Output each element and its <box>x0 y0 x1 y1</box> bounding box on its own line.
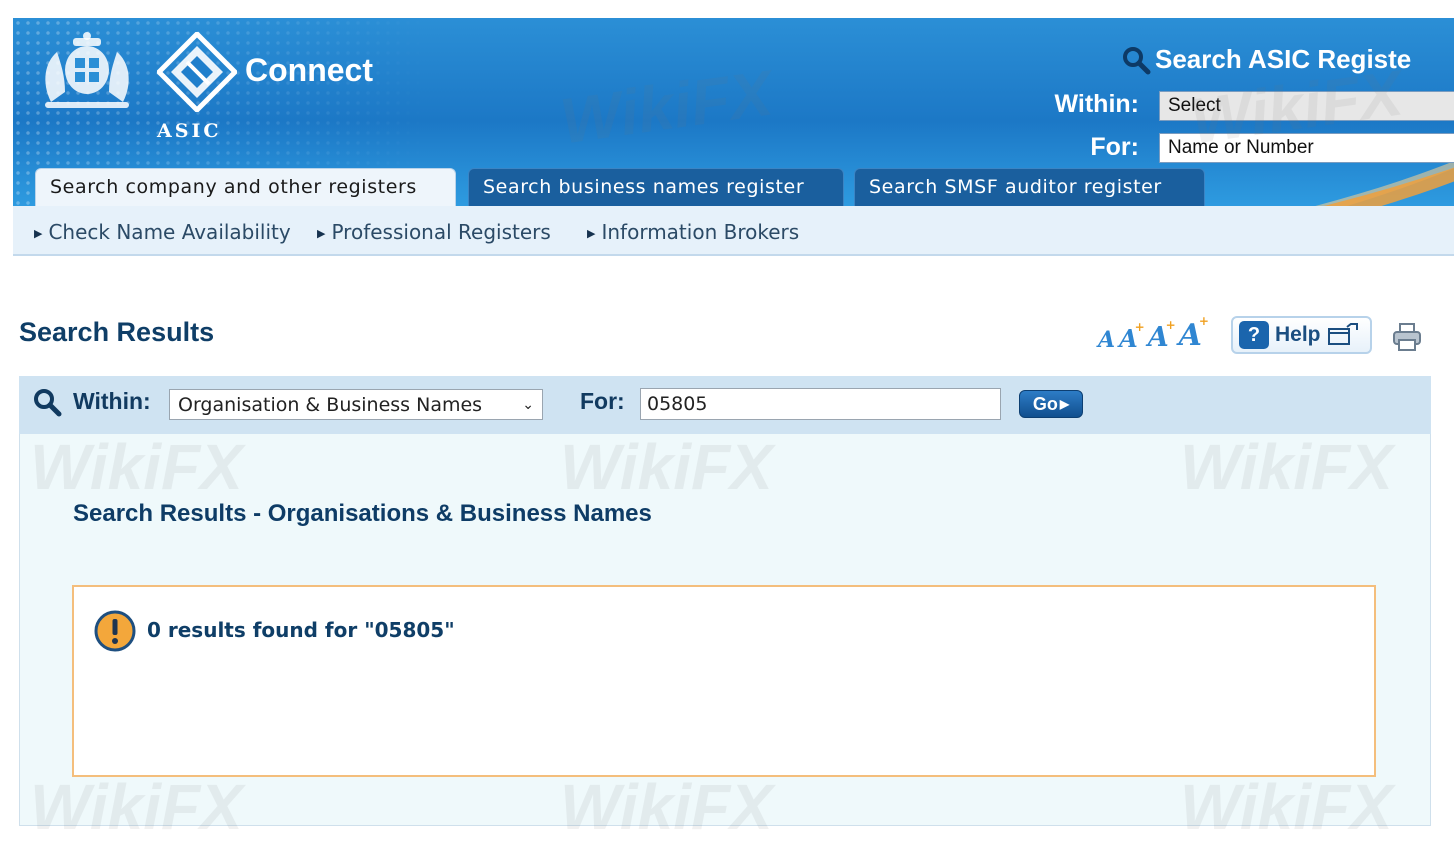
subnav-information-brokers[interactable]: ▶ Information Brokers <box>587 220 799 244</box>
font-size-medium-icon[interactable]: A + <box>1119 320 1145 353</box>
search-icon <box>1123 46 1151 74</box>
sub-navigation: ▶ Check Name Availability ▶ Professional R… <box>13 206 1454 256</box>
subnav-check-name-availability[interactable]: ▶ Check Name Availability <box>34 220 291 244</box>
within-label: Within: <box>73 388 151 414</box>
tab-search-company[interactable]: Search company and other registers <box>35 168 456 206</box>
header-for-label: For: <box>1090 133 1139 161</box>
header-search-title: Search ASIC Registe <box>1121 44 1411 75</box>
header-within-label: Within: <box>1054 90 1139 118</box>
header-search-title-text: Search ASIC Registe <box>1155 44 1412 74</box>
font-size-xlarge-icon[interactable]: A + <box>1179 314 1209 353</box>
go-button[interactable]: Go ▶ <box>1019 390 1083 418</box>
caret-right-icon: ▶ <box>34 227 43 240</box>
subnav-label: Check Name Availability <box>48 220 291 244</box>
help-label: Help <box>1275 323 1321 346</box>
within-select[interactable]: Organisation & Business Names ⌄ <box>169 389 543 420</box>
caret-right-icon: ▶ <box>317 227 326 240</box>
subnav-label: Professional Registers <box>331 220 551 244</box>
tab-search-business-names[interactable]: Search business names register <box>468 168 844 206</box>
agency-name: ASIC <box>157 120 222 142</box>
asic-diamond-logo-icon <box>157 32 237 112</box>
header-for-input[interactable]: Name or Number <box>1159 133 1454 163</box>
help-button[interactable]: ? Help <box>1231 316 1372 354</box>
font-size-small-icon[interactable]: A <box>1098 327 1115 353</box>
exclamation-icon <box>94 610 136 652</box>
page-title: Search Results <box>19 317 215 347</box>
go-label: Go <box>1032 393 1058 414</box>
brand-name[interactable]: Connect <box>245 52 373 89</box>
caret-right-icon: ▶ <box>587 227 596 240</box>
header-banner: Connect ASIC Search ASIC Registe Within:… <box>13 18 1454 206</box>
font-size-tools: A A + A + A + <box>1098 314 1209 353</box>
header-within-select[interactable]: Select <box>1159 91 1454 121</box>
question-icon: ? <box>1239 321 1269 349</box>
within-select-value: Organisation & Business Names <box>178 393 483 416</box>
font-size-large-icon[interactable]: A + <box>1148 318 1176 353</box>
results-message: 0 results found for "05805" <box>147 618 455 642</box>
chevron-down-icon: ⌄ <box>522 396 534 413</box>
search-icon <box>34 389 62 417</box>
search-bar: Within: Organisation & Business Names ⌄ … <box>19 376 1431 434</box>
coat-of-arms-icon <box>45 32 129 108</box>
results-heading: Search Results - Organisations & Busines… <box>73 500 652 527</box>
print-icon[interactable] <box>1392 322 1422 352</box>
for-label: For: <box>580 388 625 414</box>
subnav-professional-registers[interactable]: ▶ Professional Registers <box>317 220 551 244</box>
external-window-icon <box>1327 323 1358 345</box>
results-message-box <box>72 585 1376 777</box>
subnav-label: Information Brokers <box>601 220 800 244</box>
play-arrow-icon: ▶ <box>1059 397 1070 411</box>
tab-search-smsf-auditor[interactable]: Search SMSF auditor register <box>854 168 1205 206</box>
search-input[interactable]: 05805 <box>640 388 1001 420</box>
